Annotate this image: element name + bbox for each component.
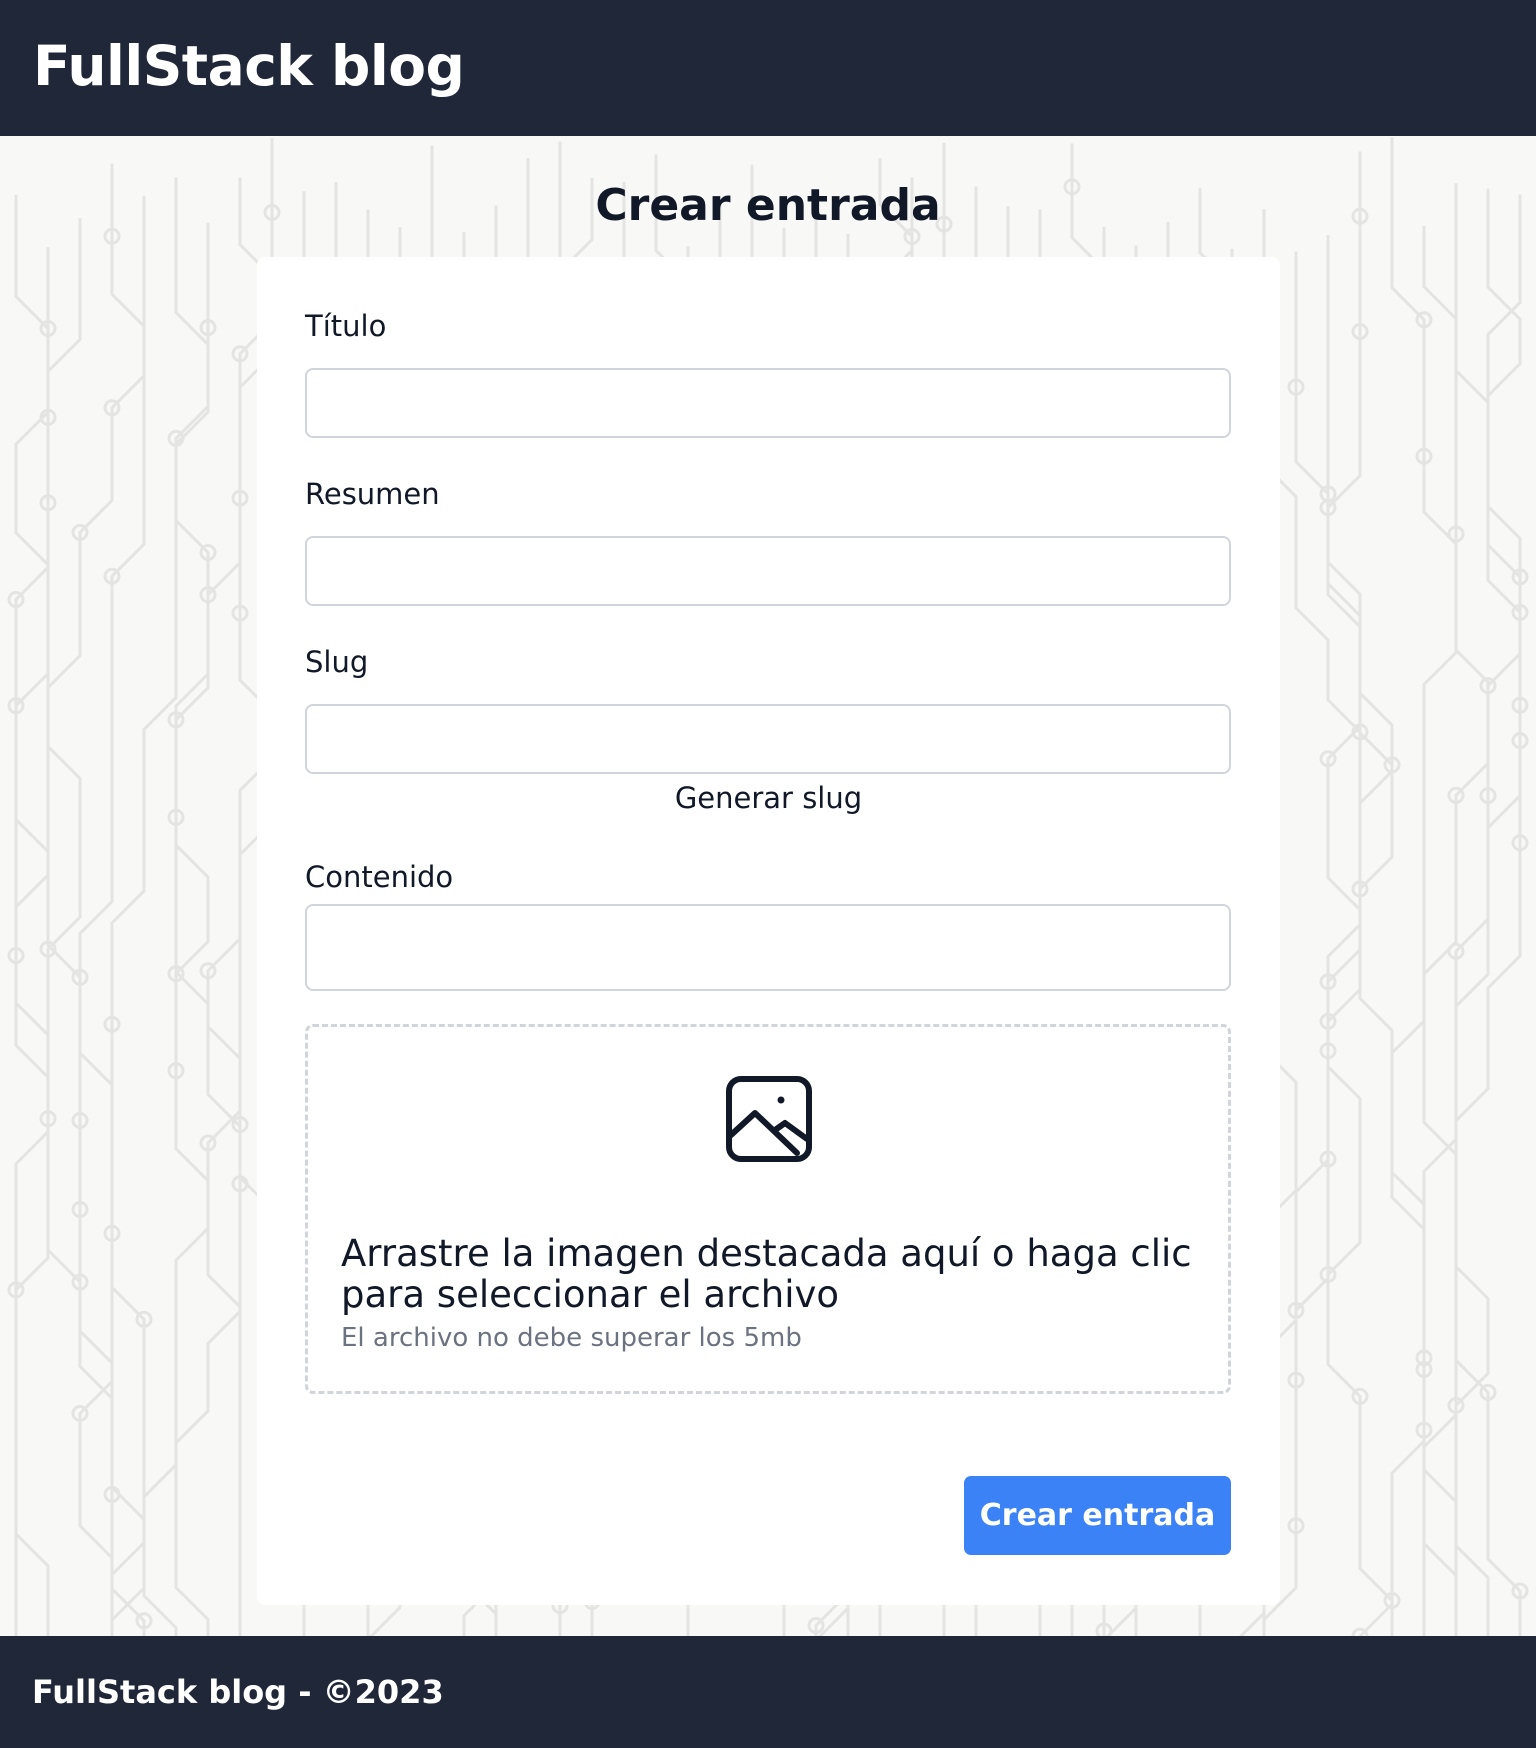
slug-label: Slug [305,645,369,679]
site-header: FullStack blog [0,0,1536,136]
site-brand[interactable]: FullStack blog [33,33,465,99]
title-label: Título [305,309,387,343]
site-footer: FullStack blog - ©2023 [0,1636,1536,1748]
summary-label: Resumen [305,477,440,511]
image-dropzone[interactable]: Arrastre la imagen destacada aquí o haga… [305,1024,1231,1394]
create-post-form: Título Resumen Slug Generar slug Conteni… [257,257,1280,1605]
dropzone-size-hint: El archivo no debe superar los 5mb [341,1323,802,1353]
footer-copyright: FullStack blog - ©2023 [32,1673,444,1711]
page-title: Crear entrada [595,180,941,231]
slug-input[interactable] [305,704,1231,774]
create-post-button[interactable]: Crear entrada [964,1476,1231,1555]
summary-input[interactable] [305,536,1231,606]
generate-slug-button[interactable]: Generar slug [257,781,1280,815]
image-icon [726,1076,812,1162]
title-input[interactable] [305,368,1231,438]
content-label: Contenido [305,860,454,894]
content-textarea[interactable] [305,904,1231,991]
dropzone-instructions: Arrastre la imagen destacada aquí o haga… [341,1232,1192,1316]
